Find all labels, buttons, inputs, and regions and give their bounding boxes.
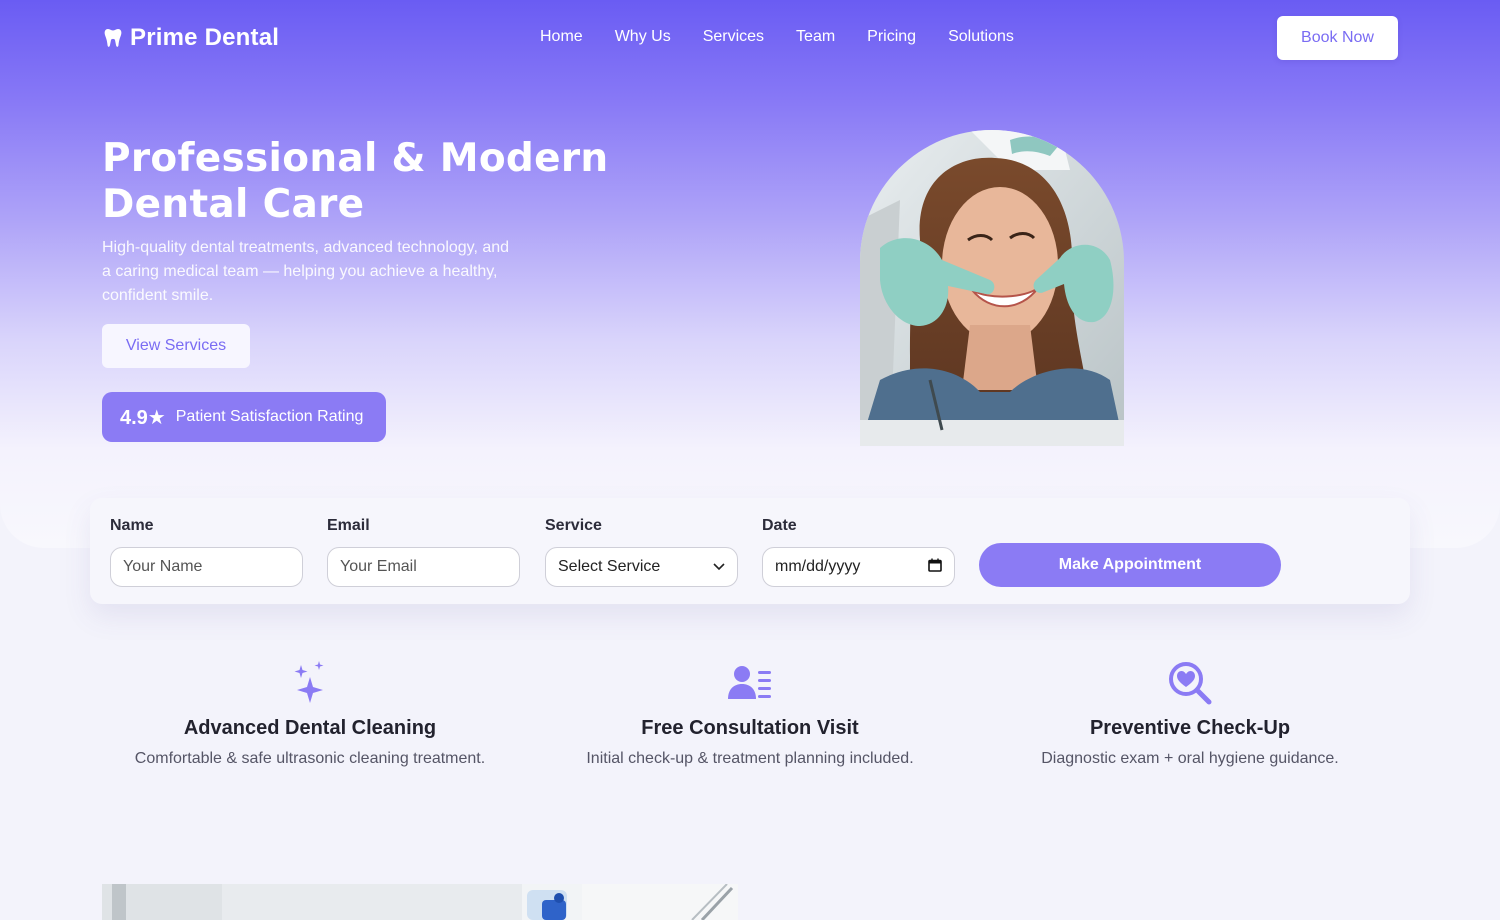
service-field-group: Service Select Service xyxy=(545,516,738,587)
make-appointment-button[interactable]: Make Appointment xyxy=(979,543,1281,587)
heart-search-icon xyxy=(970,660,1410,706)
service-select[interactable]: Select Service xyxy=(545,547,738,587)
date-label: Date xyxy=(762,517,797,534)
date-field-group: Date mm/dd/yyyy xyxy=(762,516,955,587)
nav-item-services[interactable]: Services xyxy=(703,26,764,48)
brand-name: Prime Dental xyxy=(130,24,280,51)
nav-item-why-us[interactable]: Why Us xyxy=(615,26,671,48)
hero-title: Professional & Modern Dental Care xyxy=(102,136,609,227)
feature-title: Preventive Check-Up xyxy=(1089,717,1291,739)
view-services-button[interactable]: View Services xyxy=(102,324,250,368)
feature-card-consultation: Free Consultation Visit Initial check-up… xyxy=(530,660,970,769)
rating-score: 4.9★ xyxy=(120,406,166,429)
email-label: Email xyxy=(327,517,370,534)
feature-description: Diagnostic exam + oral hygiene guidance. xyxy=(1041,750,1339,767)
feature-card-checkup: Preventive Check-Up Diagnostic exam + or… xyxy=(970,660,1410,769)
name-label: Name xyxy=(110,517,154,534)
service-label: Service xyxy=(545,517,602,534)
tooth-icon xyxy=(104,28,122,48)
user-list-icon xyxy=(530,660,970,706)
feature-title: Free Consultation Visit xyxy=(641,717,859,739)
name-field-group: Name xyxy=(110,516,303,587)
calendar-icon[interactable] xyxy=(928,558,942,577)
brand-logo[interactable]: Prime Dental xyxy=(104,24,279,52)
name-input[interactable] xyxy=(110,547,303,587)
nav-item-home[interactable]: Home xyxy=(540,26,583,48)
sparkles-icon xyxy=(90,660,530,706)
email-field-group: Email xyxy=(327,516,520,587)
feature-description: Comfortable & safe ultrasonic cleaning t… xyxy=(134,750,486,767)
rating-badge: 4.9★ Patient Satisfaction Rating xyxy=(102,392,386,442)
clinic-photo xyxy=(102,884,738,920)
email-input[interactable] xyxy=(327,547,520,587)
hero-subtitle: High-quality dental treatments, advanced… xyxy=(102,239,510,304)
chevron-down-icon xyxy=(713,558,725,576)
nav-item-team[interactable]: Team xyxy=(796,26,835,48)
date-value: mm/dd/yyyy xyxy=(775,558,861,575)
feature-description: Initial check-up & treatment planning in… xyxy=(586,750,914,767)
nav-item-pricing[interactable]: Pricing xyxy=(867,26,916,48)
appointment-form: Name Email Service Select Service Date m… xyxy=(90,498,1410,604)
feature-card-cleaning: Advanced Dental Cleaning Comfortable & s… xyxy=(90,660,530,769)
rating-label: Patient Satisfaction Rating xyxy=(175,408,364,425)
book-now-button[interactable]: Book Now xyxy=(1277,16,1398,60)
main-nav: Home Why Us Services Team Pricing Soluti… xyxy=(540,26,1014,48)
feature-title: Advanced Dental Cleaning xyxy=(183,717,437,739)
hero-patient-photo xyxy=(860,130,1124,446)
date-input[interactable]: mm/dd/yyyy xyxy=(762,547,955,587)
nav-item-solutions[interactable]: Solutions xyxy=(948,26,1014,48)
service-selected-value: Select Service xyxy=(558,558,661,575)
